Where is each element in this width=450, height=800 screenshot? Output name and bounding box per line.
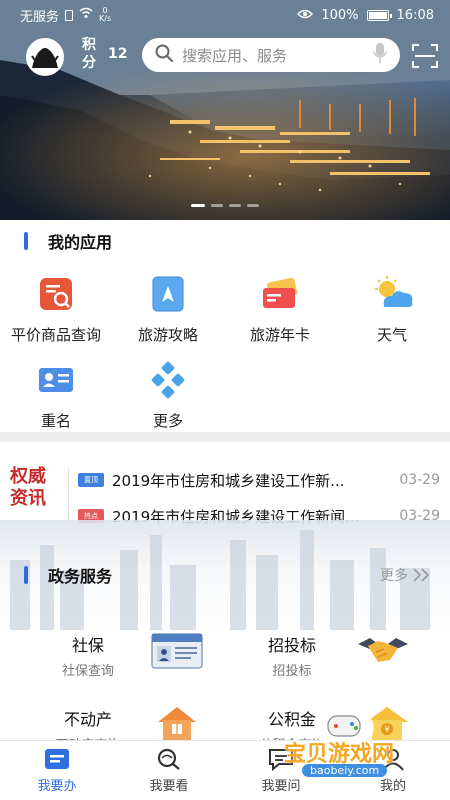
avatar-image (28, 40, 62, 74)
tab-label: 我要看 (149, 779, 189, 794)
carrier-text: 无服务 (20, 9, 60, 25)
more-link[interactable]: 更多 (380, 565, 408, 585)
price-query-icon (36, 274, 76, 314)
service-subtitle: 招投标 (272, 664, 312, 679)
social-security-card-icon[interactable] (150, 632, 204, 672)
service-title: 招投标 (267, 636, 316, 655)
news-item[interactable]: 置顶 2019年市住房和城乡建设工作新... 03-29 (78, 468, 440, 492)
sim-icon (65, 9, 74, 21)
handshake-icon[interactable] (356, 630, 410, 670)
service-title: 社保 (71, 636, 104, 655)
net-speed: 0 K/s (99, 7, 111, 23)
banner-dot[interactable] (191, 204, 205, 207)
app-duplicate-name[interactable]: 重名 (0, 360, 112, 440)
hero-banner[interactable]: 无服务 0 K/s 100% 16:08 积分 12 搜索应用、服务 (0, 0, 450, 220)
app-price-query[interactable]: 平价商品查询 (0, 274, 112, 354)
document-icon (43, 747, 71, 771)
tab-label: 我要办 (37, 779, 77, 794)
more-apps-icon (148, 360, 188, 400)
service-bidding[interactable]: 招投标 招投标 (232, 632, 352, 679)
my-apps-header: 我的应用 (0, 226, 450, 256)
banner-dot[interactable] (229, 204, 241, 207)
status-bar: 无服务 0 K/s 100% 16:08 (0, 0, 450, 30)
app-label: 天气 (376, 326, 407, 344)
section-accent-bar (24, 232, 28, 250)
app-label: 旅游攻略 (137, 326, 198, 344)
app-label: 重名 (40, 412, 71, 430)
news-tag-pinned: 置顶 (78, 473, 104, 487)
service-social-security[interactable]: 社保 社保查询 (28, 632, 148, 679)
banner-dot[interactable] (247, 204, 259, 207)
news-logo: 权威 资讯 (10, 466, 62, 510)
app-more[interactable]: 更多 (112, 360, 224, 440)
news-title: 2019年市住房和城乡建设工作新... (112, 471, 345, 490)
service-subtitle: 社保查询 (61, 664, 114, 679)
news-date: 03-29 (399, 472, 440, 488)
app-label: 平价商品查询 (10, 326, 101, 344)
battery-percent: 100% (321, 7, 359, 23)
my-apps-title: 我的应用 (48, 233, 113, 252)
search-view-icon (155, 747, 183, 771)
top-bar: 积分 12 搜索应用、服务 (0, 32, 450, 78)
news-separator (68, 468, 69, 520)
news-logo-line1: 权威 (10, 466, 46, 487)
scan-icon[interactable] (412, 44, 438, 68)
search-icon (154, 43, 174, 67)
news-logo-line2: 资讯 (10, 488, 46, 509)
app-travel-card[interactable]: 旅游年卡 (224, 274, 336, 354)
section-accent-bar (24, 566, 28, 584)
double-chevron-right-icon (413, 568, 430, 582)
id-card-icon (36, 360, 76, 400)
wifi-icon (79, 7, 93, 23)
search-bar[interactable]: 搜索应用、服务 (142, 38, 400, 72)
avatar[interactable] (26, 38, 64, 76)
net-speed-unit: K/s (99, 14, 112, 23)
clock: 16:08 (396, 7, 434, 23)
battery-icon (366, 9, 392, 21)
search-input[interactable]: 搜索应用、服务 (182, 45, 372, 66)
service-title: 不动产 (63, 710, 112, 729)
banner-dot[interactable] (211, 204, 223, 207)
section-divider (0, 432, 450, 442)
weather-icon (372, 274, 413, 314)
tab-view[interactable]: 我要看 (124, 747, 214, 794)
tab-do[interactable]: 我要办 (12, 747, 102, 794)
microphone-icon[interactable] (372, 42, 388, 68)
gov-services-title: 政务服务 (48, 567, 113, 586)
banner-indicator (0, 204, 450, 207)
points-label[interactable]: 积分 (78, 36, 100, 72)
gov-services-header: 政务服务 更多 (0, 560, 450, 590)
compass-guide-icon (148, 274, 188, 314)
points-value[interactable]: 12 (108, 46, 127, 62)
app-travel-guide[interactable]: 旅游攻略 (112, 274, 224, 354)
app-label: 旅游年卡 (249, 326, 310, 344)
travel-card-icon (260, 274, 300, 314)
house-icon[interactable] (150, 704, 204, 744)
app-weather[interactable]: 天气 (336, 274, 448, 354)
gov-services-more[interactable]: 更多 (380, 565, 432, 585)
watermark-url: baobeiy.com (302, 764, 388, 777)
eye-comfort-icon (297, 8, 314, 23)
app-label: 更多 (152, 412, 183, 430)
